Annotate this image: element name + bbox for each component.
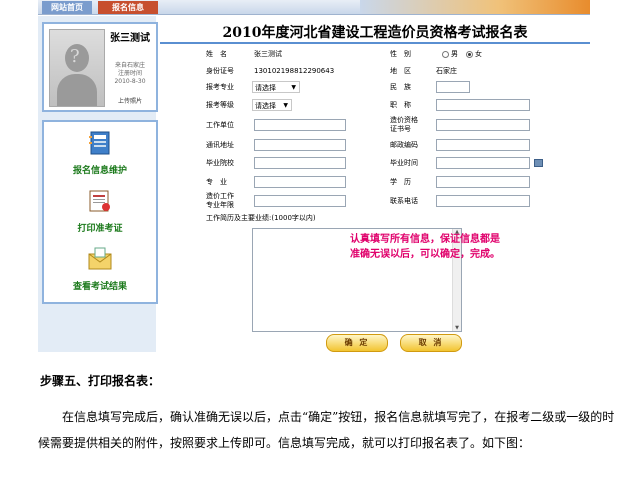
note-line-1: 认真填写所有信息，保证信息都是 <box>350 234 500 245</box>
employer-input[interactable] <box>254 119 346 131</box>
certificate-icon <box>89 190 110 212</box>
top-nav-bar: 网站首页 报名信息 <box>38 0 590 15</box>
nav-register-tab[interactable]: 报名信息 <box>98 1 158 14</box>
major-select-value: 请选择 <box>255 84 276 92</box>
school-input[interactable] <box>254 157 346 169</box>
chevron-down-icon: ▼ <box>291 84 296 91</box>
gradtime-input[interactable] <box>436 157 530 169</box>
profile-from: 来自石家庄 <box>114 62 145 69</box>
level-label: 报考等级 <box>206 101 234 109</box>
registration-form: 2010年度河北省建设工程造价员资格考试报名表 姓 名 张三测试 性 别 男 女… <box>160 16 590 352</box>
menu-item-info[interactable]: 报名信息维护 <box>44 130 156 176</box>
major-select[interactable]: 请选择 ▼ <box>252 81 300 93</box>
years-label: 造价工作专业年限 <box>206 192 234 209</box>
address-book-icon <box>89 131 110 155</box>
title-divider <box>160 42 590 44</box>
region-value: 石家庄 <box>436 67 457 75</box>
degree-input[interactable] <box>436 176 530 188</box>
scroll-down-icon[interactable]: ▼ <box>453 325 461 331</box>
name-label: 姓 名 <box>206 50 227 58</box>
cert-label: 造价资格证书号 <box>390 116 418 133</box>
menu-label-print: 打印准考证 <box>77 224 123 234</box>
id-label: 身份证号 <box>206 67 234 75</box>
menu-item-results[interactable]: 查看考试结果 <box>44 246 156 292</box>
menu-label-info: 报名信息维护 <box>72 166 127 176</box>
annotation-note: 认真填写所有信息，保证信息都是 准确无误以后，可以确定，完成。 <box>350 232 550 262</box>
name-value: 张三测试 <box>254 50 282 58</box>
level-select[interactable]: 请选择 ▼ <box>252 99 292 111</box>
article-heading: 步骤五、打印报名表： <box>40 374 161 388</box>
nav-home-tab[interactable]: 网站首页 <box>42 1 92 14</box>
gradtime-label: 毕业时间 <box>390 159 418 167</box>
side-menu: 报名信息维护 打印准考证 查看考试结果 <box>42 120 158 304</box>
cancel-button[interactable]: 取 消 <box>400 334 462 352</box>
gender-male-radio[interactable] <box>442 51 449 58</box>
profile-reg-date: 2010-8-30 <box>114 78 146 85</box>
calendar-icon[interactable] <box>534 159 543 167</box>
confirm-button[interactable]: 确 定 <box>326 334 388 352</box>
region-label: 地 区 <box>390 67 411 75</box>
degree-label: 学 历 <box>390 178 411 186</box>
profile-reg-label: 注册时间 <box>117 70 142 77</box>
chevron-down-icon: ▼ <box>283 102 288 109</box>
profile-card: ? 张三测试 来自石家庄 注册时间 2010-8-30 上传照片 <box>42 22 158 112</box>
postal-input[interactable] <box>436 139 530 151</box>
header-decoration <box>360 0 590 14</box>
postal-label: 邮政编码 <box>390 141 418 149</box>
gender-male-label: 男 <box>451 50 458 58</box>
envelope-icon <box>88 247 112 270</box>
ethnic-input[interactable] <box>436 81 470 93</box>
ethnic-label: 民 族 <box>390 83 411 91</box>
address-input[interactable] <box>254 139 346 151</box>
phone-label: 联系电话 <box>390 197 418 205</box>
profile-name: 张三测试 <box>110 33 150 44</box>
address-label: 通讯地址 <box>206 141 234 149</box>
note-line-2: 准确无误以后，可以确定，完成。 <box>350 249 500 260</box>
form-title: 2010年度河北省建设工程造价员资格考试报名表 <box>222 25 528 41</box>
years-input[interactable] <box>254 195 346 207</box>
resume-label: 工作简历及主要业绩:(1000字以内) <box>206 214 316 222</box>
title-label: 职 称 <box>390 101 411 109</box>
level-select-value: 请选择 <box>255 102 276 110</box>
profile-info: 来自石家庄 注册时间 2010-8-30 <box>106 62 154 86</box>
gender-female-radio[interactable] <box>466 51 473 58</box>
menu-label-results: 查看考试结果 <box>72 282 127 292</box>
major-label: 报考专业 <box>206 83 234 91</box>
article-paragraph-text: 在信息填写完成后，确认准确无误以后，点击“确定”按钮，报名信息就填写完了，在报考… <box>38 410 615 450</box>
cert-input[interactable] <box>436 119 530 131</box>
article-paragraph: 在信息填写完成后，确认准确无误以后，点击“确定”按钮，报名信息就填写完了，在报考… <box>38 404 618 456</box>
specialty-input[interactable] <box>254 176 346 188</box>
school-label: 毕业院校 <box>206 159 234 167</box>
menu-item-print[interactable]: 打印准考证 <box>44 188 156 234</box>
id-value: 130102198812290643 <box>254 67 335 75</box>
screenshot-frame: 网站首页 报名信息 ? 张三测试 来自石家庄 注册时间 2010-8-30 上传… <box>38 0 590 352</box>
sidebar: ? 张三测试 来自石家庄 注册时间 2010-8-30 上传照片 报名信息维护 … <box>38 16 158 352</box>
avatar-placeholder: ? <box>49 29 105 107</box>
employer-label: 工作单位 <box>206 121 234 129</box>
specialty-label: 专 业 <box>206 178 227 186</box>
gender-label: 性 别 <box>390 50 411 58</box>
upload-photo-link[interactable]: 上传照片 <box>106 96 154 105</box>
gender-female-label: 女 <box>475 50 482 58</box>
phone-input[interactable] <box>436 195 530 207</box>
title-input[interactable] <box>436 99 530 111</box>
